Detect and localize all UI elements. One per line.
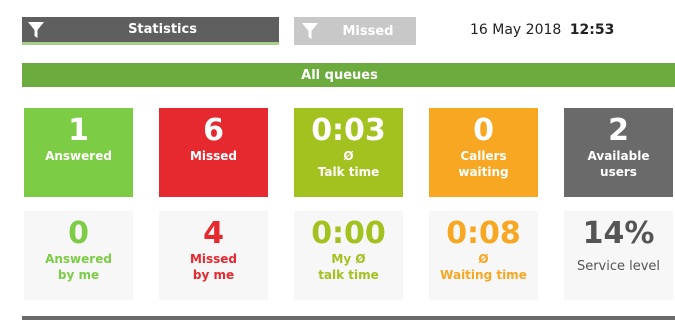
stat-card-missed: 6 Missed (159, 108, 268, 197)
stat-value: 14% (582, 216, 655, 251)
stat-label-line1: Ø (343, 149, 354, 163)
stat-value: 0:08 (446, 216, 521, 251)
bottom-divider (22, 316, 675, 320)
stat-card-waiting-time: 0:08 Ø Waiting time (429, 211, 538, 300)
tab-statistics-label: Statistics (128, 22, 197, 37)
stat-label-line1: Answered (45, 149, 112, 163)
tab-statistics[interactable]: Statistics (22, 17, 279, 45)
stat-label-line2: waiting (458, 165, 509, 179)
funnel-icon (28, 21, 44, 38)
stat-value: 6 (203, 113, 224, 148)
stat-card-talk-time: 0:03 Ø Talk time (294, 108, 403, 197)
stat-label-line1: Answered (45, 252, 112, 266)
stat-label-line1: Missed (189, 149, 238, 163)
current-datetime: 16 May 2018 12:53 (470, 22, 614, 38)
current-time: 12:53 (569, 22, 615, 38)
tab-missed[interactable]: Missed (294, 17, 416, 45)
stat-label-line2: Talk time (317, 165, 380, 179)
stat-value: 2 (608, 113, 629, 148)
stat-card-missed-by-me: 4 Missed by me (159, 211, 268, 300)
queue-selector-label: All queues (301, 67, 378, 83)
queue-selector-bar[interactable]: All queues (22, 63, 675, 87)
stat-value: 0:00 (311, 216, 386, 251)
stat-value: 0 (68, 216, 89, 251)
stat-label-line2: by me (57, 268, 100, 282)
stat-value: 0 (473, 113, 494, 148)
stat-label-line2: users (600, 165, 637, 179)
stat-card-service-level: 14% Service level (564, 211, 673, 300)
stat-label-line2: by me (192, 268, 235, 282)
stat-label-line1: Service level (576, 259, 661, 274)
current-date: 16 May 2018 (470, 22, 562, 38)
stat-label-line1: Ø (478, 252, 489, 266)
stat-value: 0:03 (311, 113, 386, 148)
tab-missed-label: Missed (342, 23, 394, 39)
stat-card-available-users: 2 Available users (564, 108, 673, 197)
stat-card-my-talk-time: 0:00 My Ø talk time (294, 211, 403, 300)
stat-value: 1 (68, 113, 89, 148)
funnel-icon (302, 23, 318, 39)
stat-value: 4 (203, 216, 224, 251)
stat-card-callers-waiting: 0 Callers waiting (429, 108, 538, 197)
stat-label-line1: Callers (460, 149, 507, 163)
stat-card-answered: 1 Answered (24, 108, 133, 197)
stat-card-answered-by-me: 0 Answered by me (24, 211, 133, 300)
stat-label-line2: talk time (318, 268, 379, 282)
stat-label-line1: Missed (189, 252, 238, 266)
stat-label-line2: Waiting time (440, 268, 527, 282)
stat-label-line1: My Ø (331, 252, 366, 266)
stat-label-line1: Available (587, 149, 650, 163)
